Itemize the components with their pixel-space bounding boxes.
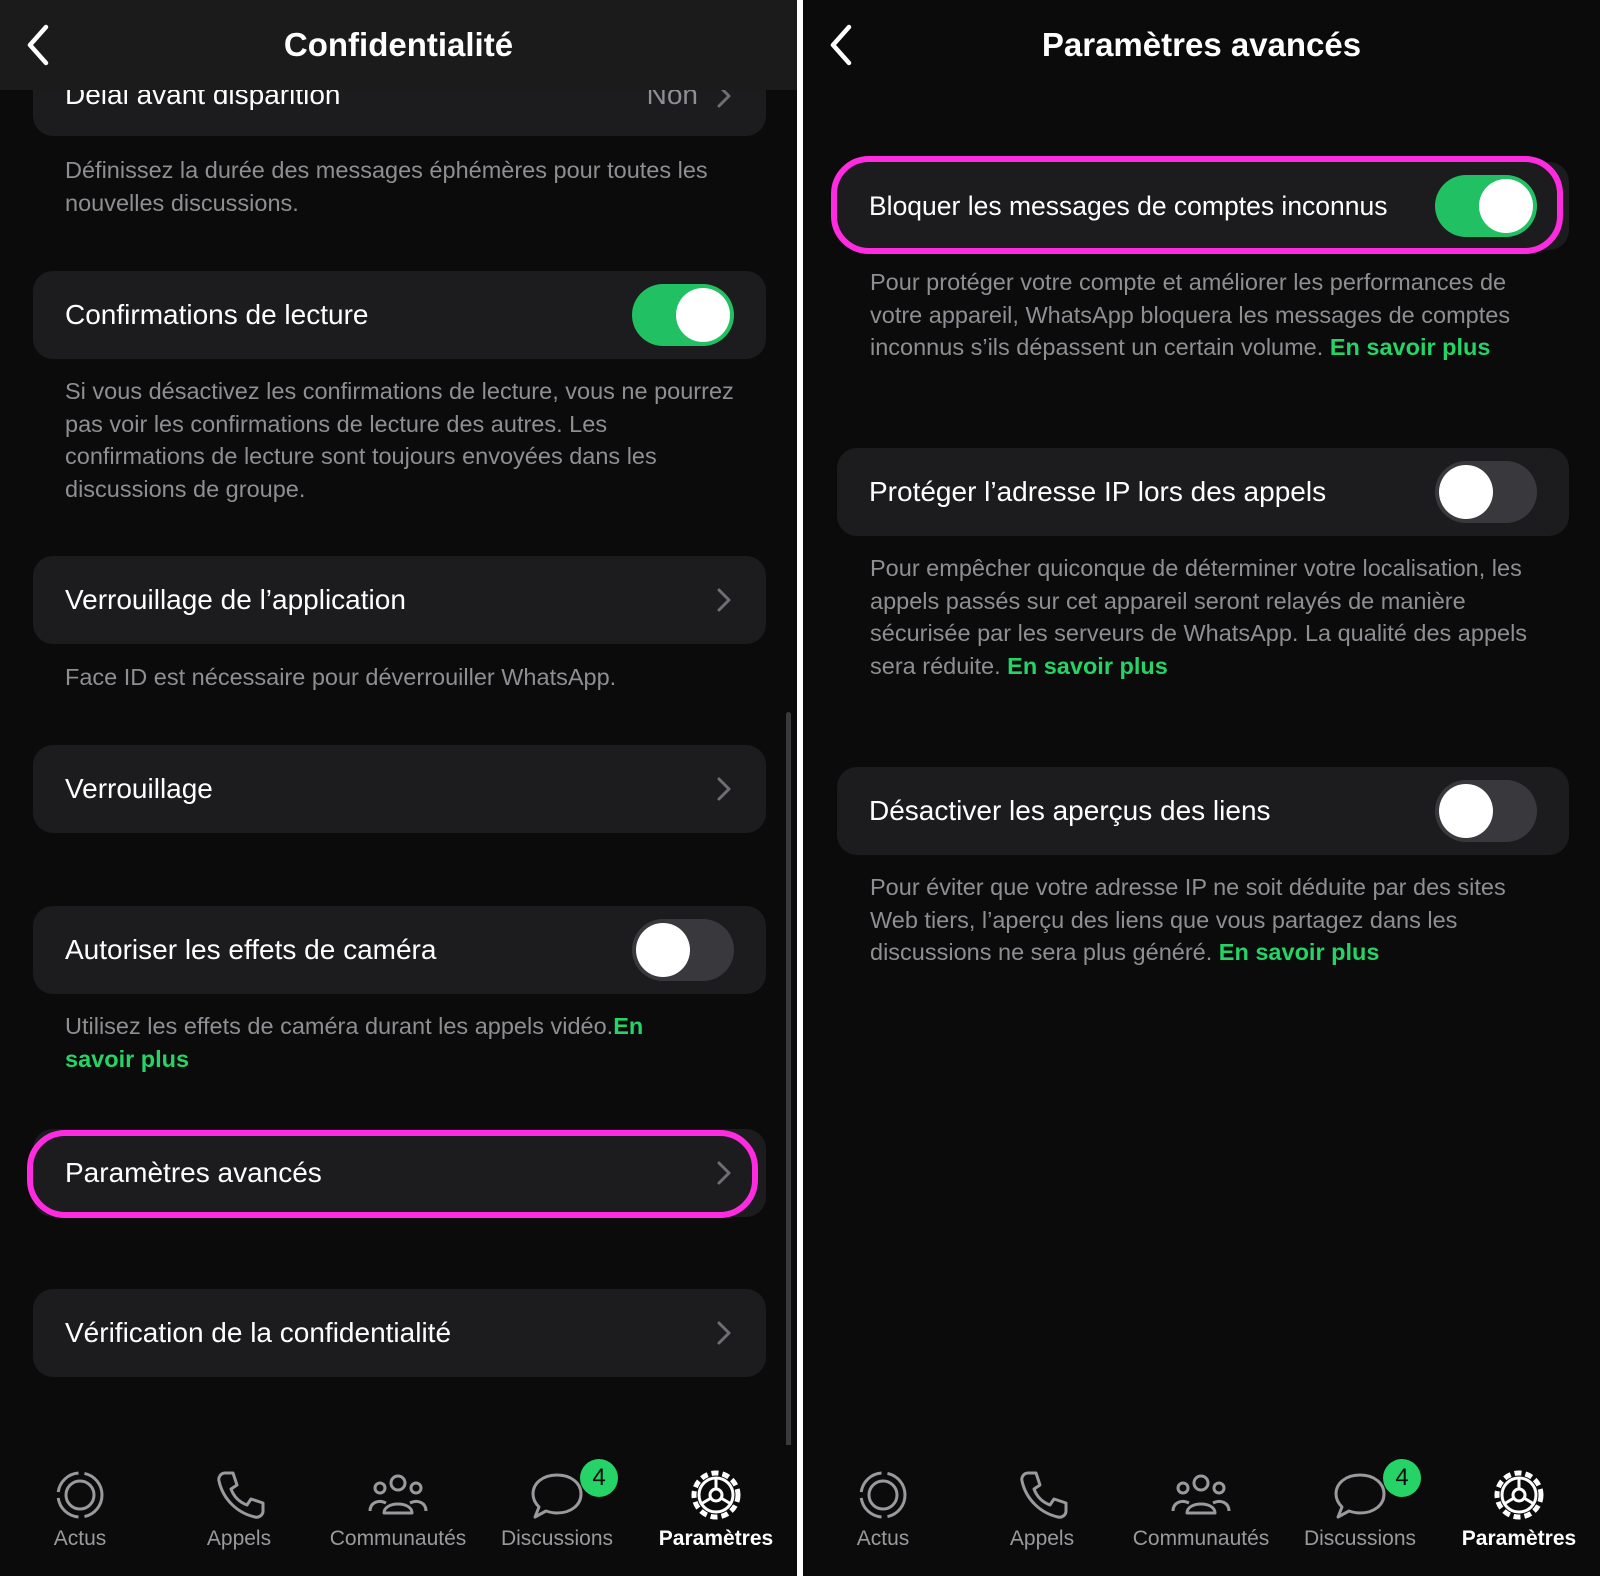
tab-label: Paramètres <box>1461 1527 1577 1550</box>
toggle-knob <box>1439 465 1493 519</box>
tab-actus[interactable]: Actus <box>0 1445 160 1576</box>
protect-ip-label: Protéger l’adresse IP lors des appels <box>869 476 1327 507</box>
tab-discussions[interactable]: 4 Discussions <box>1280 1445 1440 1576</box>
chevron-left-icon <box>27 24 49 66</box>
unread-badge: 4 <box>580 1459 618 1497</box>
tab-discussions[interactable]: 4 Discussions <box>477 1445 637 1576</box>
toggle-knob <box>676 288 730 342</box>
chevron-right-icon <box>717 1161 731 1185</box>
camera-effects-description-text: Utilisez les effets de caméra durant les… <box>65 1013 614 1039</box>
communities-icon <box>1171 1474 1231 1515</box>
read-receipts-label: Confirmations de lecture <box>65 299 369 330</box>
camera-effects-toggle[interactable] <box>632 919 734 981</box>
read-receipts-row: Confirmations de lecture <box>33 271 766 359</box>
app-lock-description: Face ID est nécessaire pour déverrouille… <box>65 664 617 690</box>
chats-icon <box>1334 1473 1386 1519</box>
block-unknown-row: Bloquer les messages de comptes inconnus <box>837 162 1569 250</box>
unread-badge: 4 <box>1383 1459 1421 1497</box>
tab-label: Discussions <box>500 1527 614 1550</box>
settings-icon <box>1494 1470 1544 1520</box>
app-lock-label: Verrouillage de l’application <box>65 584 406 615</box>
privacy-check-label: Vérification de la confidentialité <box>65 1317 452 1348</box>
app-lock-row[interactable]: Verrouillage de l’application <box>33 556 766 644</box>
block-unknown-label: Bloquer les messages de comptes inconnus <box>869 191 1388 221</box>
learn-more-link[interactable]: En savoir plus <box>1007 653 1168 679</box>
block-unknown-description: Pour protéger votre compte et améliorer … <box>870 266 1550 364</box>
camera-effects-description: Utilisez les effets de caméra durant les… <box>65 1010 715 1075</box>
back-button[interactable] <box>821 22 861 68</box>
tab-label: Paramètres <box>658 1527 774 1550</box>
tab-label: Communautés <box>329 1527 467 1550</box>
tab-parametres[interactable]: Paramètres <box>636 1445 796 1576</box>
tab-label: Appels <box>206 1527 272 1550</box>
privacy-check-row[interactable]: Vérification de la confidentialité <box>33 1289 766 1377</box>
privacy-screen: Délai avant disparition Non Définissez l… <box>0 0 797 1576</box>
chevron-right-icon <box>717 1321 731 1345</box>
toggle-knob <box>636 923 690 977</box>
tab-label: Discussions <box>1303 1527 1417 1550</box>
tab-bar: Actus Appels Communautés 4 Discussions P… <box>0 1445 797 1576</box>
link-previews-label: Désactiver les aperçus des liens <box>869 795 1271 826</box>
toggle-knob <box>1439 784 1493 838</box>
scrollbar[interactable] <box>786 712 791 1447</box>
header-bar: Paramètres avancés <box>803 0 1600 90</box>
tab-label: Actus <box>53 1527 107 1550</box>
communities-icon <box>368 1474 428 1515</box>
phone-icon <box>1020 1471 1068 1519</box>
status-icon <box>56 1471 104 1519</box>
tab-label: Appels <box>1009 1527 1075 1550</box>
tab-label: Actus <box>856 1527 910 1550</box>
learn-more-link[interactable]: En savoir plus <box>1330 334 1491 360</box>
camera-effects-label: Autoriser les effets de caméra <box>65 934 437 965</box>
tab-actus[interactable]: Actus <box>803 1445 963 1576</box>
tab-appels[interactable]: Appels <box>159 1445 319 1576</box>
tab-bar: Actus Appels Communautés 4 Discussions P… <box>803 1445 1600 1576</box>
protect-ip-description-text: Pour empêcher quiconque de déterminer vo… <box>870 555 1528 679</box>
read-receipts-toggle[interactable] <box>632 284 734 346</box>
link-previews-row: Désactiver les aperçus des liens <box>837 767 1569 855</box>
link-previews-description-text: Pour éviter que votre adresse IP ne soit… <box>870 874 1506 965</box>
link-previews-toggle[interactable] <box>1435 780 1537 842</box>
tab-communautes[interactable]: Communautés <box>318 1445 478 1576</box>
advanced-settings-row[interactable]: Paramètres avancés <box>33 1129 766 1217</box>
lock-row[interactable]: Verrouillage <box>33 745 766 833</box>
lock-label: Verrouillage <box>65 773 213 804</box>
tab-appels[interactable]: Appels <box>962 1445 1122 1576</box>
settings-icon <box>691 1470 741 1520</box>
page-title: Paramètres avancés <box>1041 26 1362 63</box>
toggle-knob <box>1479 179 1533 233</box>
phone-icon <box>217 1471 265 1519</box>
chevron-left-icon <box>830 24 852 66</box>
status-icon <box>859 1471 907 1519</box>
camera-effects-row: Autoriser les effets de caméra <box>33 906 766 994</box>
learn-more-link[interactable]: En savoir plus <box>1219 939 1380 965</box>
advanced-settings-screen: Paramètres avancés Bloquer les messages … <box>803 0 1600 1576</box>
protect-ip-description: Pour empêcher quiconque de déterminer vo… <box>870 552 1550 682</box>
link-previews-description: Pour éviter que votre adresse IP ne soit… <box>870 871 1550 969</box>
chats-icon <box>531 1473 583 1519</box>
chevron-right-icon <box>717 777 731 801</box>
back-button[interactable] <box>18 22 58 68</box>
page-title: Confidentialité <box>283 26 514 63</box>
tab-communautes[interactable]: Communautés <box>1121 1445 1281 1576</box>
chevron-right-icon <box>717 588 731 612</box>
tab-parametres[interactable]: Paramètres <box>1439 1445 1599 1576</box>
block-unknown-toggle[interactable] <box>1435 175 1537 237</box>
disappearing-messages-description: Définissez la durée des messages éphémèr… <box>65 157 708 216</box>
protect-ip-toggle[interactable] <box>1435 461 1537 523</box>
header-bar: Confidentialité <box>0 0 797 90</box>
protect-ip-row: Protéger l’adresse IP lors des appels <box>837 448 1569 536</box>
tab-label: Communautés <box>1132 1527 1270 1550</box>
advanced-settings-label: Paramètres avancés <box>65 1157 322 1188</box>
read-receipts-description: Si vous désactivez les confirmations de … <box>65 378 734 502</box>
